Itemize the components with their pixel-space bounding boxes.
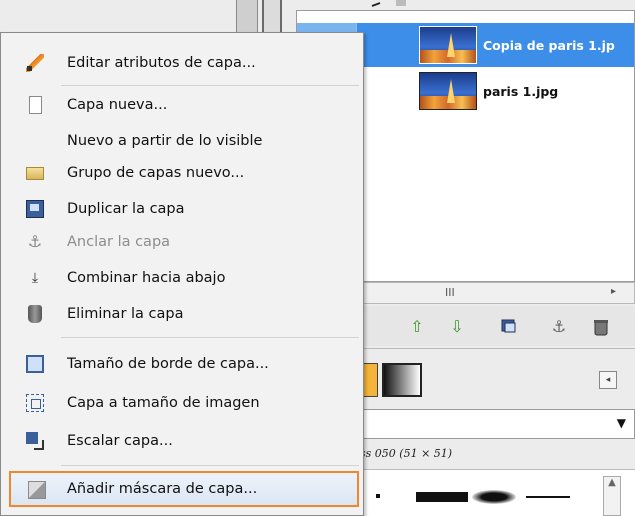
duplicate-icon xyxy=(26,200,44,218)
layers-context-menu: Editar atributos de capa... Capa nueva..… xyxy=(0,32,364,516)
brush-preview[interactable] xyxy=(416,492,468,502)
menu-item-delete-layer[interactable]: Eliminar la capa xyxy=(4,298,360,330)
add-mask-icon xyxy=(28,481,46,499)
menu-separator xyxy=(61,85,359,86)
menu-item-label: Duplicar la capa xyxy=(67,201,185,217)
layer-name: paris 1.jpg xyxy=(483,83,559,99)
brush-preview[interactable] xyxy=(526,496,570,498)
scroll-up-icon[interactable]: ▲ xyxy=(603,476,621,516)
layer-boundary-icon xyxy=(26,355,44,373)
delete-layer-icon[interactable] xyxy=(592,318,610,336)
menu-item-merge-down[interactable]: ⤓ Combinar hacia abajo xyxy=(4,262,360,294)
trash-icon xyxy=(28,305,42,323)
lower-layer-icon[interactable]: ⇩ xyxy=(448,318,466,336)
chevron-down-icon[interactable]: ▼ xyxy=(617,416,626,430)
pencil-icon xyxy=(26,54,44,72)
menu-item-edit-attributes[interactable]: Editar atributos de capa... xyxy=(4,47,360,79)
brush-list[interactable]: ▲ xyxy=(360,469,635,516)
menu-item-new-layer-group[interactable]: Grupo de capas nuevo... xyxy=(4,157,360,189)
menu-item-label: Combinar hacia abajo xyxy=(67,270,226,286)
menu-item-new-layer[interactable]: Capa nueva... xyxy=(4,89,360,121)
brush-selector[interactable]: ▼ xyxy=(360,409,635,439)
scroll-right-icon[interactable]: ▸ xyxy=(611,286,616,297)
menu-item-scale-layer[interactable]: Escalar capa... xyxy=(4,425,360,457)
new-page-icon xyxy=(29,96,42,114)
menu-item-label: Añadir máscara de capa... xyxy=(67,481,258,497)
merge-down-icon: ⤓ xyxy=(31,270,39,286)
gradient-tab[interactable] xyxy=(382,363,422,397)
scrollbar-grip[interactable]: III xyxy=(445,286,455,299)
tab-menu-icon[interactable]: ◂ xyxy=(599,371,617,389)
anchor-icon: ⚓ xyxy=(27,232,43,251)
brush-caption: ss 050 (51 × 51) xyxy=(360,447,453,460)
menu-item-label: Nuevo a partir de lo visible xyxy=(67,133,263,149)
menu-item-new-from-visible[interactable]: Nuevo a partir de lo visible xyxy=(4,125,360,157)
menu-item-label: Eliminar la capa xyxy=(67,306,184,322)
brush-preview[interactable] xyxy=(376,494,380,498)
menu-item-add-layer-mask[interactable]: Añadir máscara de capa... xyxy=(9,471,359,507)
layer-name: Copia de paris 1.jp xyxy=(483,37,615,53)
layer-thumbnail xyxy=(419,26,477,64)
brush-preview[interactable] xyxy=(472,490,516,504)
anchor-layer-icon[interactable]: ⚓ xyxy=(550,318,568,336)
menu-item-label: Capa nueva... xyxy=(67,97,168,113)
duplicate-layer-icon[interactable] xyxy=(500,318,518,336)
toolbar-fragment xyxy=(371,0,406,7)
menu-item-label: Tamaño de borde de capa... xyxy=(67,356,269,372)
raise-layer-icon[interactable]: ⇧ xyxy=(408,318,426,336)
menu-item-layer-to-image-size[interactable]: Capa a tamaño de imagen xyxy=(4,387,360,419)
menu-item-label: Grupo de capas nuevo... xyxy=(67,165,245,181)
menu-item-duplicate-layer[interactable]: Duplicar la capa xyxy=(4,193,360,225)
menu-item-label: Editar atributos de capa... xyxy=(67,55,256,71)
menu-separator xyxy=(61,337,359,338)
menu-item-label: Anclar la capa xyxy=(67,234,171,250)
scale-icon xyxy=(26,432,44,450)
folder-icon xyxy=(26,167,44,180)
layer-to-image-icon xyxy=(26,394,44,412)
menu-item-label: Escalar capa... xyxy=(67,433,173,449)
menu-item-label: Capa a tamaño de imagen xyxy=(67,395,260,411)
menu-item-layer-boundary-size[interactable]: Tamaño de borde de capa... xyxy=(4,348,360,380)
layer-thumbnail xyxy=(419,72,477,110)
menu-separator xyxy=(61,465,359,466)
menu-item-anchor-layer: ⚓ Anclar la capa xyxy=(4,226,360,258)
